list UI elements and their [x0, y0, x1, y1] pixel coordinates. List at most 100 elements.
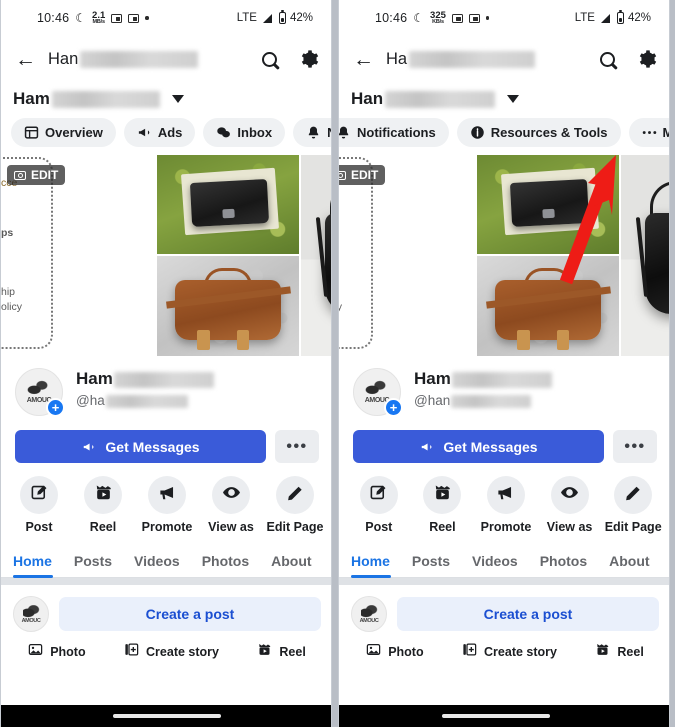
tab-videos[interactable]: Videos — [123, 553, 191, 577]
tab-about[interactable]: About — [260, 553, 322, 577]
profile-handle-text: @ha — [76, 393, 105, 408]
signal-bars-icon — [600, 13, 610, 23]
chevron-down-icon[interactable] — [507, 95, 520, 103]
photo-column-1[interactable] — [477, 155, 619, 356]
page-nav-chip-row[interactable]: Overview Ads Inbox — [1, 116, 331, 155]
page-tab-bar[interactable]: Home Posts Videos Photos About Co — [1, 543, 331, 578]
photo-brown-messenger-bag[interactable] — [157, 256, 299, 356]
action-post[interactable]: Post — [7, 476, 71, 534]
cta-overflow-button[interactable]: ••• — [613, 430, 657, 463]
page-nav-chip-row[interactable]: Notifications Resources & Tools More — [339, 116, 669, 155]
edit-cover-badge[interactable]: EDIT — [339, 165, 386, 185]
avatar-wrapper[interactable]: AMOUC + — [353, 368, 403, 417]
action-promote[interactable]: Promote — [474, 476, 538, 534]
gear-icon[interactable] — [637, 49, 657, 69]
quick-action-photo[interactable]: Photo — [28, 642, 86, 662]
photo-column-1[interactable] — [157, 155, 299, 356]
action-reel[interactable]: Reel — [71, 476, 135, 534]
eye-icon — [560, 483, 579, 507]
action-edit-page[interactable]: Edit Page — [601, 476, 665, 534]
tab-home[interactable]: Home — [351, 553, 401, 578]
quick-action-photo[interactable]: Photo — [366, 642, 424, 662]
cover-photo-grid[interactable]: cce ps hip olicy EDIT — [339, 155, 669, 356]
cover-photo-grid[interactable]: cce ps hip olicy EDIT — [1, 155, 331, 356]
chip-resources-and-tools[interactable]: Resources & Tools — [456, 118, 621, 147]
profile-handle-text: @han — [414, 393, 451, 408]
profile-handle: @han — [414, 393, 552, 408]
create-post-input[interactable]: Create a post — [397, 597, 659, 631]
composer-avatar[interactable]: AMOUC — [351, 596, 387, 632]
compose-square-icon — [30, 483, 49, 507]
get-messages-button[interactable]: Get Messages — [15, 430, 266, 463]
tab-videos[interactable]: Videos — [461, 553, 529, 577]
tab-community[interactable]: Co — [323, 553, 331, 577]
camera-icon — [14, 170, 26, 180]
action-view-as[interactable]: View as — [199, 476, 263, 534]
quick-action-label: Photo — [388, 645, 424, 659]
photo-black-satchel-on-moss[interactable] — [157, 155, 299, 254]
tab-photos[interactable]: Photos — [191, 553, 260, 577]
photo-black-bucket-bag[interactable] — [301, 155, 331, 356]
reel-clapper-icon — [433, 483, 452, 507]
chip-label: Overview — [45, 125, 103, 140]
app-top-bar: ← Han — [1, 36, 331, 82]
quick-action-reel[interactable]: Reel — [595, 642, 644, 662]
tab-posts[interactable]: Posts — [63, 553, 123, 577]
page-tab-bar[interactable]: Home Posts Videos Photos About Co — [339, 543, 669, 578]
action-post[interactable]: Post — [347, 476, 411, 534]
photo-detail — [645, 213, 669, 314]
search-icon[interactable] — [600, 51, 615, 67]
get-messages-label: Get Messages — [443, 438, 538, 455]
add-story-plus-badge[interactable]: + — [46, 398, 65, 417]
tab-posts[interactable]: Posts — [401, 553, 461, 577]
action-promote[interactable]: Promote — [135, 476, 199, 534]
create-post-input[interactable]: Create a post — [59, 597, 321, 631]
quick-action-reel[interactable]: Reel — [257, 642, 306, 662]
megaphone-icon — [81, 440, 97, 453]
chip-notifications[interactable]: Notifications — [339, 118, 449, 147]
search-icon[interactable] — [262, 51, 277, 67]
add-story-plus-badge[interactable]: + — [384, 398, 403, 417]
page-profile-block: AMOUC + Ham @ha — [1, 356, 331, 417]
tab-about[interactable]: About — [598, 553, 660, 577]
action-label: Promote — [480, 520, 532, 534]
tab-home[interactable]: Home — [13, 553, 63, 578]
composer-avatar[interactable]: AMOUC — [13, 596, 49, 632]
edit-cover-badge[interactable]: EDIT — [7, 165, 66, 185]
quick-action-create-story[interactable]: Create story — [124, 642, 219, 662]
home-indicator[interactable] — [113, 714, 221, 718]
photo-brown-messenger-bag[interactable] — [477, 256, 619, 356]
status-bar-right-group: LTE 42% — [237, 10, 313, 24]
back-arrow-icon[interactable]: ← — [15, 49, 36, 70]
chevron-down-icon[interactable] — [171, 95, 184, 103]
avatar-wrapper[interactable]: AMOUC + — [15, 368, 65, 417]
photo-black-satchel-on-moss[interactable] — [477, 155, 619, 254]
redacted-handle-block — [105, 394, 188, 408]
page-name-row[interactable]: Han — [339, 82, 669, 116]
photo-icon — [366, 642, 381, 662]
back-arrow-icon[interactable]: ← — [353, 49, 374, 70]
tab-community[interactable]: Co — [661, 553, 669, 577]
profile-handle: @ha — [76, 393, 214, 408]
chip-notifications[interactable]: Notifica — [293, 118, 331, 147]
chip-more[interactable]: More — [628, 118, 669, 147]
gear-icon[interactable] — [299, 49, 319, 69]
quick-action-label: Create story — [484, 645, 557, 659]
bell-icon — [306, 125, 321, 140]
page-name-row[interactable]: Ham — [1, 82, 331, 116]
chip-overview[interactable]: Overview — [11, 118, 116, 147]
page-logo-glyph — [365, 379, 389, 397]
action-view-as[interactable]: View as — [538, 476, 602, 534]
chip-inbox[interactable]: Inbox — [203, 118, 286, 147]
get-messages-button[interactable]: Get Messages — [353, 430, 604, 463]
tab-photos[interactable]: Photos — [529, 553, 598, 577]
eye-icon — [222, 483, 241, 507]
home-indicator[interactable] — [442, 714, 550, 718]
quick-action-create-story[interactable]: Create story — [462, 642, 557, 662]
action-edit-page[interactable]: Edit Page — [263, 476, 327, 534]
chip-ads[interactable]: Ads — [123, 118, 196, 147]
action-reel[interactable]: Reel — [411, 476, 475, 534]
cta-overflow-button[interactable]: ••• — [275, 430, 319, 463]
ellipsis-icon: ••• — [624, 437, 646, 455]
photo-black-bucket-bag[interactable] — [621, 155, 669, 356]
